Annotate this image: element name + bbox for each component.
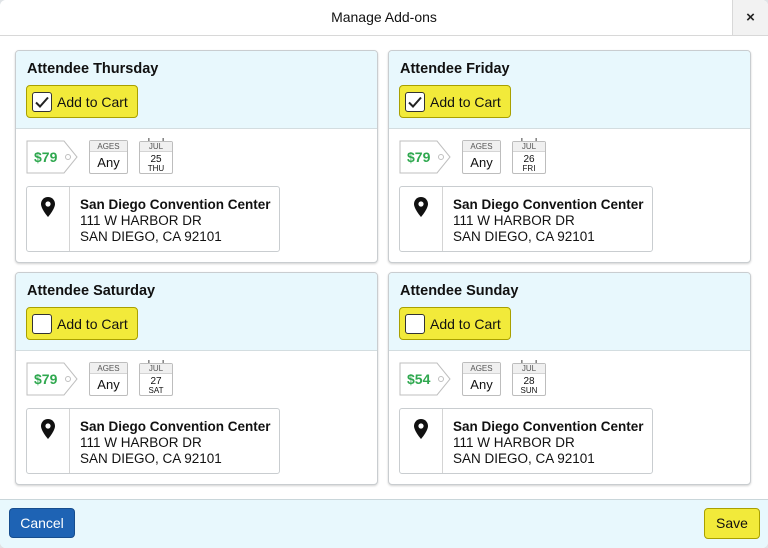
ages-badge: AGES Any xyxy=(89,140,128,174)
venue-street: 111 W HARBOR DR xyxy=(453,435,575,450)
cart-label: Add to Cart xyxy=(430,316,501,332)
ages-label: AGES xyxy=(90,141,127,152)
ages-label: AGES xyxy=(463,141,500,152)
card-header: Attendee Saturday Add to Cart xyxy=(16,273,377,351)
venue-street: 111 W HARBOR DR xyxy=(80,213,202,228)
dialog-footer: Cancel Save xyxy=(0,499,768,548)
date-badge: JUL 27 SAT xyxy=(139,360,173,396)
cart-checkbox[interactable] xyxy=(32,92,52,112)
card-header: Attendee Thursday Add to Cart xyxy=(16,51,377,129)
calendar-card: JUL 27 SAT xyxy=(139,363,173,396)
price-value: $54 xyxy=(407,371,431,387)
price-tag: $79 xyxy=(399,140,451,174)
card-header: Attendee Friday Add to Cart xyxy=(389,51,750,129)
date-month: JUL xyxy=(513,364,545,374)
check-icon xyxy=(408,96,422,108)
price-value: $79 xyxy=(407,149,431,165)
venue-box: San Diego Convention Center 111 W HARBOR… xyxy=(399,186,653,252)
dialog-title: Manage Add-ons xyxy=(331,9,437,25)
price-tag: $79 xyxy=(26,140,78,174)
card-header: Attendee Sunday Add to Cart xyxy=(389,273,750,351)
date-badge: JUL 28 SUN xyxy=(512,360,546,396)
calendar-card: JUL 26 FRI xyxy=(512,141,546,174)
date-weekday: THU xyxy=(147,164,165,173)
add-to-cart-button[interactable]: Add to Cart xyxy=(399,307,511,340)
date-month: JUL xyxy=(513,142,545,152)
ages-badge: AGES Any xyxy=(462,362,501,396)
ages-value: Any xyxy=(97,377,120,392)
add-to-cart-button[interactable]: Add to Cart xyxy=(26,307,138,340)
price-tag: $54 xyxy=(399,362,451,396)
ages-badge: AGES Any xyxy=(89,362,128,396)
save-button[interactable]: Save xyxy=(704,508,760,539)
cart-label: Add to Cart xyxy=(57,94,128,110)
ages-badge: AGES Any xyxy=(462,140,501,174)
date-badge: JUL 26 FRI xyxy=(512,138,546,174)
cancel-button[interactable]: Cancel xyxy=(9,508,75,538)
map-pin-icon xyxy=(414,197,428,217)
ages-value: Any xyxy=(470,377,493,392)
price-tag: $79 xyxy=(26,362,78,396)
cart-label: Add to Cart xyxy=(57,316,128,332)
venue-city: SAN DIEGO, CA 92101 xyxy=(80,451,222,466)
cart-label: Add to Cart xyxy=(430,94,501,110)
venue-name: San Diego Convention Center xyxy=(453,419,644,434)
date-month: JUL xyxy=(140,364,172,374)
card-title: Attendee Thursday xyxy=(27,61,159,77)
check-icon xyxy=(35,96,49,108)
date-weekday: SAT xyxy=(148,386,164,395)
ages-value: Any xyxy=(470,155,493,170)
map-pin-icon xyxy=(41,419,55,439)
venue-city: SAN DIEGO, CA 92101 xyxy=(80,229,222,244)
venue-street: 111 W HARBOR DR xyxy=(80,435,202,450)
venue-box: San Diego Convention Center 111 W HARBOR… xyxy=(26,408,280,474)
dialog-header: Manage Add-ons × xyxy=(0,0,768,36)
cart-checkbox[interactable] xyxy=(32,314,52,334)
card-title: Attendee Friday xyxy=(400,61,510,77)
venue-pin-cell xyxy=(400,409,443,473)
venue-box: San Diego Convention Center 111 W HARBOR… xyxy=(399,408,653,474)
venue-city: SAN DIEGO, CA 92101 xyxy=(453,229,595,244)
close-icon: × xyxy=(746,9,755,26)
manage-addons-dialog: Manage Add-ons × Attendee Thursday Add t… xyxy=(0,0,768,548)
close-button[interactable]: × xyxy=(732,0,768,35)
venue-city: SAN DIEGO, CA 92101 xyxy=(453,451,595,466)
addon-card-sunday: Attendee Sunday Add to Cart $54 AGES Any xyxy=(388,272,751,485)
add-to-cart-button[interactable]: Add to Cart xyxy=(399,85,511,118)
addon-card-thursday: Attendee Thursday Add to Cart $79 AGES A… xyxy=(15,50,378,263)
ages-label: AGES xyxy=(463,363,500,374)
addons-grid: Attendee Thursday Add to Cart $79 AGES A… xyxy=(0,36,768,499)
date-weekday: SUN xyxy=(520,386,538,395)
card-title: Attendee Sunday xyxy=(400,283,519,299)
map-pin-icon xyxy=(41,197,55,217)
ages-value: Any xyxy=(97,155,120,170)
venue-pin-cell xyxy=(400,187,443,251)
venue-street: 111 W HARBOR DR xyxy=(453,213,575,228)
price-value: $79 xyxy=(34,149,58,165)
venue-name: San Diego Convention Center xyxy=(80,419,271,434)
venue-name: San Diego Convention Center xyxy=(453,197,644,212)
venue-pin-cell xyxy=(27,187,70,251)
calendar-card: JUL 25 THU xyxy=(139,141,173,174)
date-month: JUL xyxy=(140,142,172,152)
price-value: $79 xyxy=(34,371,58,387)
date-badge: JUL 25 THU xyxy=(139,138,173,174)
venue-box: San Diego Convention Center 111 W HARBOR… xyxy=(26,186,280,252)
venue-pin-cell xyxy=(27,409,70,473)
date-weekday: FRI xyxy=(522,164,536,173)
card-title: Attendee Saturday xyxy=(27,283,156,299)
ages-label: AGES xyxy=(90,363,127,374)
addon-card-friday: Attendee Friday Add to Cart $79 AGES Any xyxy=(388,50,751,263)
calendar-card: JUL 28 SUN xyxy=(512,363,546,396)
venue-name: San Diego Convention Center xyxy=(80,197,271,212)
add-to-cart-button[interactable]: Add to Cart xyxy=(26,85,138,118)
map-pin-icon xyxy=(414,419,428,439)
addon-card-saturday: Attendee Saturday Add to Cart $79 AGES A… xyxy=(15,272,378,485)
cart-checkbox[interactable] xyxy=(405,92,425,112)
cart-checkbox[interactable] xyxy=(405,314,425,334)
